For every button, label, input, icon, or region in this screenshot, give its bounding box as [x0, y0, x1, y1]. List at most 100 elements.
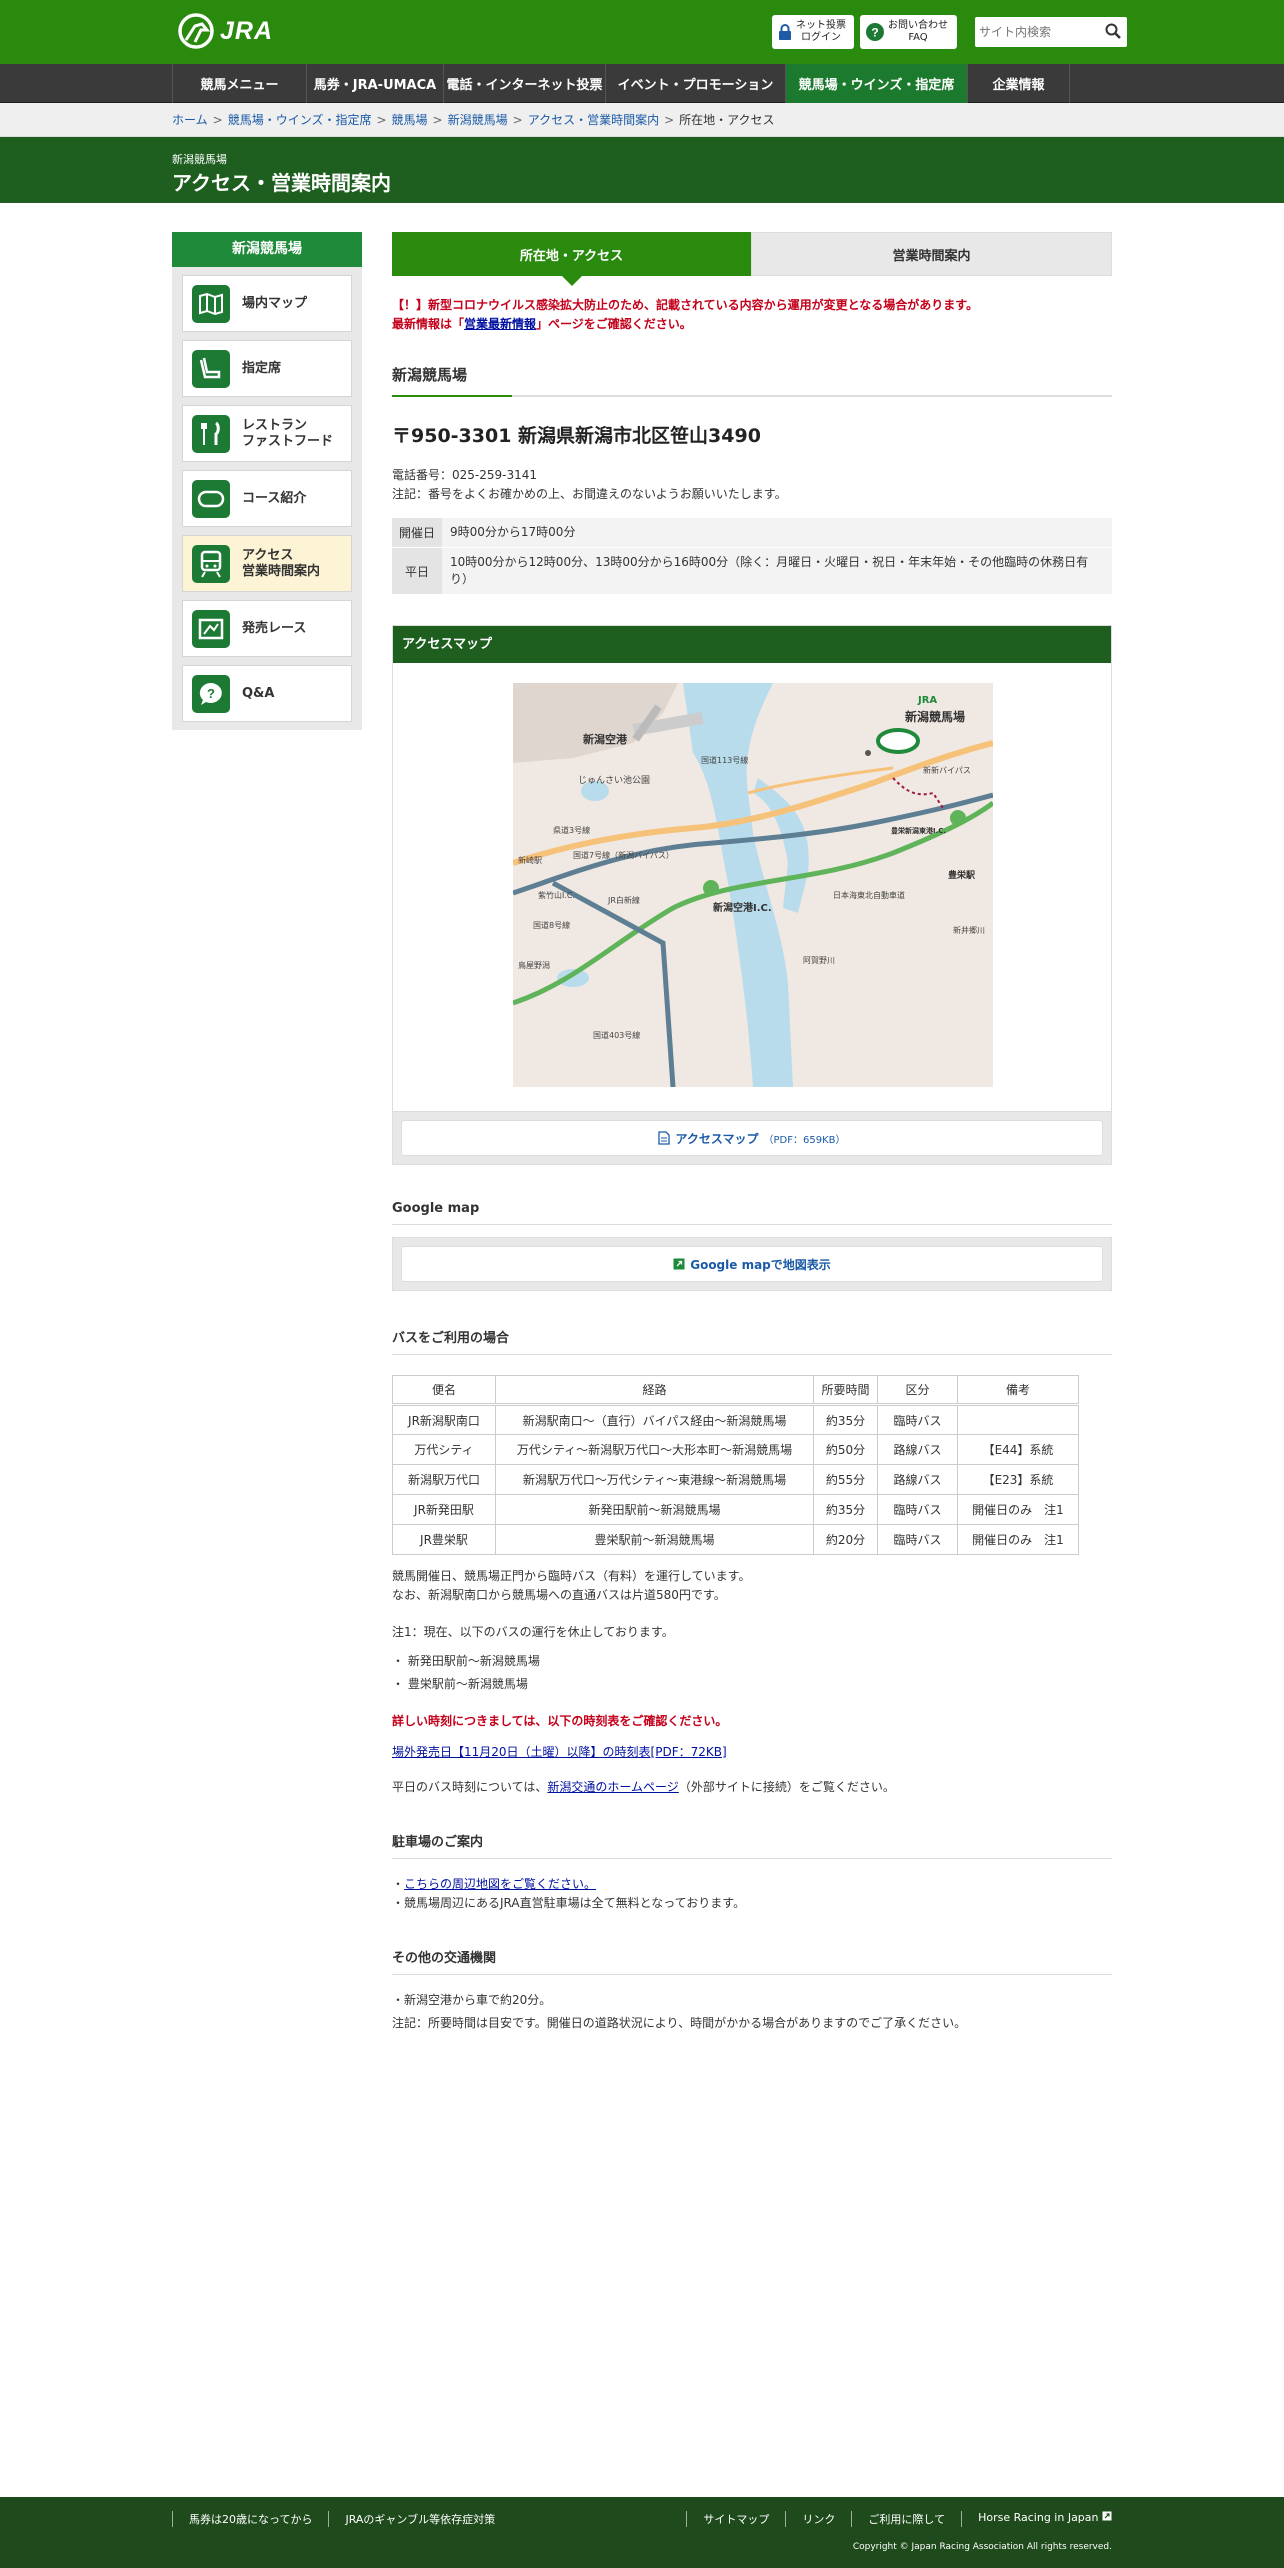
seat-icon — [192, 349, 230, 388]
suspended-item: 新発田駅前～新潟競馬場 — [407, 1654, 540, 1668]
tab-business-hours[interactable]: 営業時間案内 — [751, 232, 1112, 276]
bus-cell: 約35分 — [813, 1494, 878, 1525]
sidebar-item-qa[interactable]: ? Q&A — [182, 665, 352, 722]
venue-tel-note: 注記：番号をよくお確かめの上、お間違えのないようお願いいたします。 — [392, 487, 787, 501]
sidebar-item-label: コース紹介 — [242, 490, 307, 506]
footer-link-gamble[interactable]: JRAのギャンブル等依存症対策 — [328, 2511, 511, 2527]
site-footer: 馬券は20歳になってから JRAのギャンブル等依存症対策 サイトマップ リンク … — [0, 2497, 1284, 2568]
google-map-button[interactable]: Google mapで地図表示 — [401, 1246, 1103, 1282]
sidebar-item-map[interactable]: 場内マップ — [182, 275, 352, 332]
breadcrumb-niigata[interactable]: 新潟競馬場 — [448, 113, 508, 127]
nav-racecourse[interactable]: 競馬場・ウインズ・指定席 — [785, 64, 967, 103]
sidebar-item-course[interactable]: コース紹介 — [182, 470, 352, 527]
map-label-kendo3: 県道3号線 — [553, 825, 590, 835]
footer-link-sitemap[interactable]: サイトマップ — [686, 2511, 785, 2527]
sidebar-item-access[interactable]: アクセス 営業時間案内 — [182, 535, 352, 592]
bus-col-name: 便名 — [392, 1375, 496, 1405]
svg-text:?: ? — [207, 686, 215, 701]
google-map-label: Google mapで地図表示 — [690, 1257, 831, 1272]
bus-cell: JR豊栄駅 — [392, 1524, 496, 1555]
sidebar-item-restaurant[interactable]: レストラン ファストフード — [182, 405, 352, 462]
breadcrumb-winds[interactable]: 競馬場・ウインズ・指定席 — [228, 113, 372, 127]
site-search — [975, 17, 1127, 47]
other-line1: ・新潟空港から車で約20分。 — [392, 1993, 552, 2007]
breadcrumb-keibajo[interactable]: 競馬場 — [392, 113, 428, 127]
breadcrumb-home[interactable]: ホーム — [172, 113, 208, 127]
google-map-heading: Google map — [392, 1201, 1112, 1225]
table-row: JR新潟駅南口 新潟駅南口～（直行）バイパス経由～新潟競馬場 約35分 臨時バス — [392, 1403, 1079, 1435]
table-row: JR新発田駅 新発田駅前～新潟競馬場 約35分 臨時バス 開催日のみ 注1 — [392, 1494, 1079, 1525]
parking-text: ・競馬場周辺にあるJRA直営駐車場は全て無料となっております。 — [392, 1896, 746, 1910]
access-map-box: アクセスマップ 新潟空港 新潟競馬場 JRA じゅんさい池公園 国道113号線 … — [392, 625, 1112, 1112]
faq-line1: お問い合わせ — [888, 20, 948, 31]
bus-cell: 【E23】系統 — [957, 1464, 1079, 1495]
login-button[interactable]: ネット投票 ログイン — [772, 15, 854, 49]
footer-link-horse-racing[interactable]: Horse Racing in Japan — [961, 2511, 1112, 2527]
nav-company[interactable]: 企業情報 — [967, 64, 1070, 103]
faq-button[interactable]: ? お問い合わせ FAQ — [860, 15, 957, 49]
table-row: JR豊栄駅 豊栄駅前～新潟競馬場 約20分 臨時バス 開催日のみ 注1 — [392, 1524, 1079, 1555]
global-nav: 競馬メニュー 馬券・JRA-UMACA 電話・インターネット投票 イベント・プロ… — [0, 64, 1284, 103]
covid-notice: 【！】新型コロナウイルス感染拡大防止のため、記載されている内容から運用が変更とな… — [392, 296, 1112, 334]
timetable-pdf-link[interactable]: 場外発売日【11月20日（土曜）以降】の時刻表[PDF：72KB] — [392, 1745, 727, 1759]
latest-info-link[interactable]: 営業最新情報 — [464, 317, 536, 331]
bus-cell: 新潟駅南口～（直行）バイパス経由～新潟競馬場 — [495, 1403, 814, 1435]
sidebar-item-label: 指定席 — [242, 360, 282, 376]
bus-cell: 豊栄駅前～新潟競馬場 — [495, 1524, 814, 1555]
sidebar-item-label: アクセス 営業時間案内 — [242, 547, 321, 579]
qa-icon: ? — [192, 674, 230, 713]
search-icon[interactable] — [1105, 23, 1121, 43]
access-map-image: 新潟空港 新潟競馬場 JRA じゅんさい池公園 国道113号線 国道7号線（新潟… — [513, 683, 993, 1087]
bus-cell: 約55分 — [813, 1464, 878, 1495]
parking-map-link[interactable]: こちらの周辺地図をご覧ください。 — [404, 1877, 596, 1891]
footer-link-links[interactable]: リンク — [785, 2511, 851, 2527]
hours-value: 10時00分から12時00分、13時00分から16時00分（除く：月曜日・火曜日… — [442, 547, 1112, 595]
footer-link-terms[interactable]: ご利用に際して — [851, 2511, 961, 2527]
google-map-box: Google mapで地図表示 — [392, 1237, 1112, 1291]
nav-keiba-menu[interactable]: 競馬メニュー — [172, 64, 306, 103]
breadcrumb-current: 所在地・アクセス — [679, 113, 775, 127]
bus-cell: 路線バス — [877, 1464, 958, 1495]
page-title-band: 新潟競馬場 アクセス・営業時間案内 — [0, 137, 1284, 203]
map-label-toyosakae: 豊栄駅 — [948, 869, 976, 881]
external-link-icon — [673, 1258, 685, 1270]
site-header: JRA ネット投票 ログイン ? お問い合わせ FAQ — [0, 0, 1284, 64]
search-input[interactable] — [979, 22, 1097, 42]
sidebar-item-label: Q&A — [242, 685, 275, 701]
nav-baken[interactable]: 馬券・JRA-UMACA — [306, 64, 443, 103]
jra-logo[interactable]: JRA — [177, 12, 273, 50]
login-line2: ログイン — [801, 32, 841, 43]
lock-icon — [779, 24, 791, 40]
bus-cell: 新潟駅万代口～万代シティ～東港線～新潟競馬場 — [495, 1464, 814, 1495]
access-map-footer: アクセスマップ （PDF：659KB） — [392, 1112, 1112, 1165]
footer-link-age[interactable]: 馬券は20歳になってから — [172, 2511, 328, 2527]
sidebar-item-seat[interactable]: 指定席 — [182, 340, 352, 397]
tab-location-access[interactable]: 所在地・アクセス — [392, 232, 751, 286]
tab-bar: 所在地・アクセス 営業時間案内 — [392, 232, 1112, 286]
sidebar-item-label: レストラン ファストフード — [242, 417, 334, 449]
help-icon: ? — [866, 23, 884, 41]
breadcrumb-access[interactable]: アクセス・営業時間案内 — [528, 113, 659, 127]
access-map-pdf-button[interactable]: アクセスマップ （PDF：659KB） — [401, 1120, 1103, 1156]
page-subtitle: 新潟競馬場 — [172, 153, 227, 166]
nav-tohyo[interactable]: 電話・インターネット投票 — [443, 64, 605, 103]
map-label-shinzaki: 新崎駅 — [518, 855, 542, 865]
bus-cell: 【E44】系統 — [957, 1434, 1079, 1465]
sidebar-item-race[interactable]: 発売レース — [182, 600, 352, 657]
niigata-kotsu-link[interactable]: 新潟交通のホームページ — [547, 1780, 678, 1794]
timetable-notice: 詳しい時刻につきましては、以下の時刻表をご確認ください。 — [392, 1714, 728, 1728]
login-line1: ネット投票 — [796, 20, 846, 31]
restaurant-icon — [192, 414, 230, 453]
footer-link-horse-racing-label: Horse Racing in Japan — [978, 2511, 1099, 2524]
nav-event[interactable]: イベント・プロモーション — [605, 64, 785, 103]
svg-text:?: ? — [871, 26, 878, 40]
map-label-toyosakae-ic: 豊栄新潟東港I.C. — [891, 826, 946, 835]
table-row: 新潟駅万代口 新潟駅万代口～万代シティ～東港線～新潟競馬場 約55分 路線バス 【E23… — [392, 1464, 1079, 1495]
bus-note1: 競馬開催日、競馬場正門から臨時バス（有料）を運行しています。 — [392, 1569, 751, 1583]
hours-row: 開催日 9時00分から17時00分 — [392, 518, 1112, 548]
pdf-size: （PDF：659KB） — [763, 1134, 846, 1146]
notice-pre: 最新情報は「 — [392, 317, 465, 331]
breadcrumb: ホーム > 競馬場・ウインズ・指定席 > 競馬場 > 新潟競馬場 > アクセス・営業時間案内 > 所… — [0, 103, 1284, 137]
venue-address: 〒950-3301 新潟県新潟市北区笹山3490 — [392, 425, 761, 447]
bus-cell: 新潟駅万代口 — [392, 1464, 496, 1495]
